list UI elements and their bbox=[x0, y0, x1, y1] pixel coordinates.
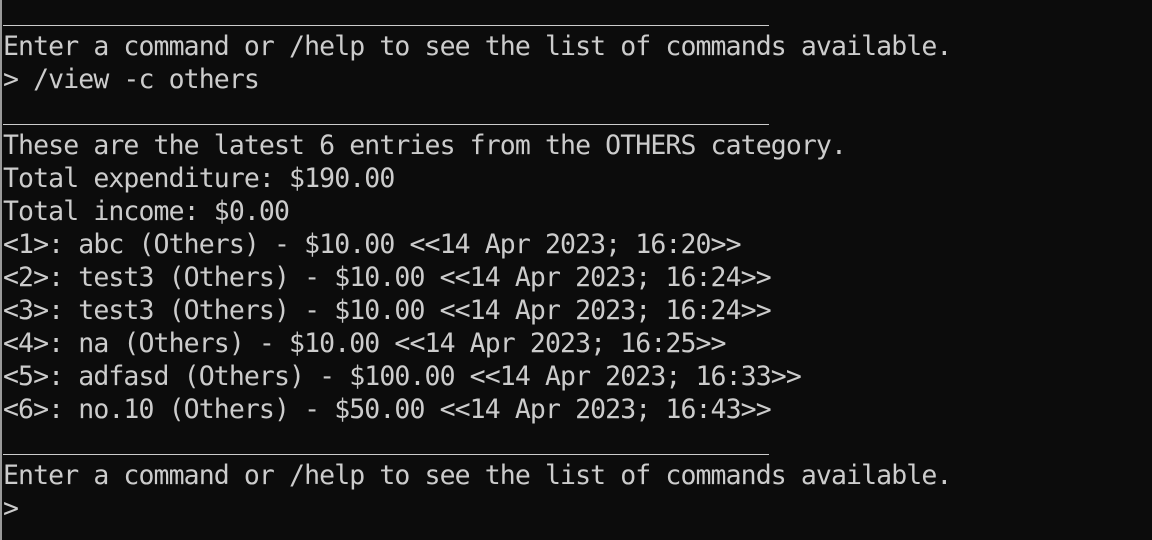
total-income: Total income: $0.00 bbox=[3, 196, 290, 227]
terminal-window[interactable]: Enter a command or /help to see the list… bbox=[0, 0, 1152, 540]
entry-line: <4>: na (Others) - $10.00 <<14 Apr 2023;… bbox=[3, 328, 727, 359]
prompt-message: Enter a command or /help to see the list… bbox=[3, 31, 952, 62]
separator-line bbox=[3, 454, 769, 455]
results-header: These are the latest 6 entries from the … bbox=[3, 130, 847, 161]
command-input-line: > /view -c others bbox=[3, 64, 260, 95]
separator-line bbox=[3, 124, 769, 125]
prompt-message: Enter a command or /help to see the list… bbox=[3, 460, 952, 491]
entry-line: <3>: test3 (Others) - $10.00 <<14 Apr 20… bbox=[3, 295, 772, 326]
entry-line: <2>: test3 (Others) - $10.00 <<14 Apr 20… bbox=[3, 262, 772, 293]
separator-line bbox=[3, 25, 769, 26]
command-prompt[interactable]: > bbox=[3, 492, 19, 525]
window-left-border bbox=[0, 0, 2, 540]
entry-line: <1>: abc (Others) - $10.00 <<14 Apr 2023… bbox=[3, 229, 742, 260]
entry-line: <5>: adfasd (Others) - $100.00 <<14 Apr … bbox=[3, 361, 802, 392]
entry-line: <6>: no.10 (Others) - $50.00 <<14 Apr 20… bbox=[3, 394, 772, 425]
total-expenditure: Total expenditure: $190.00 bbox=[3, 163, 395, 194]
